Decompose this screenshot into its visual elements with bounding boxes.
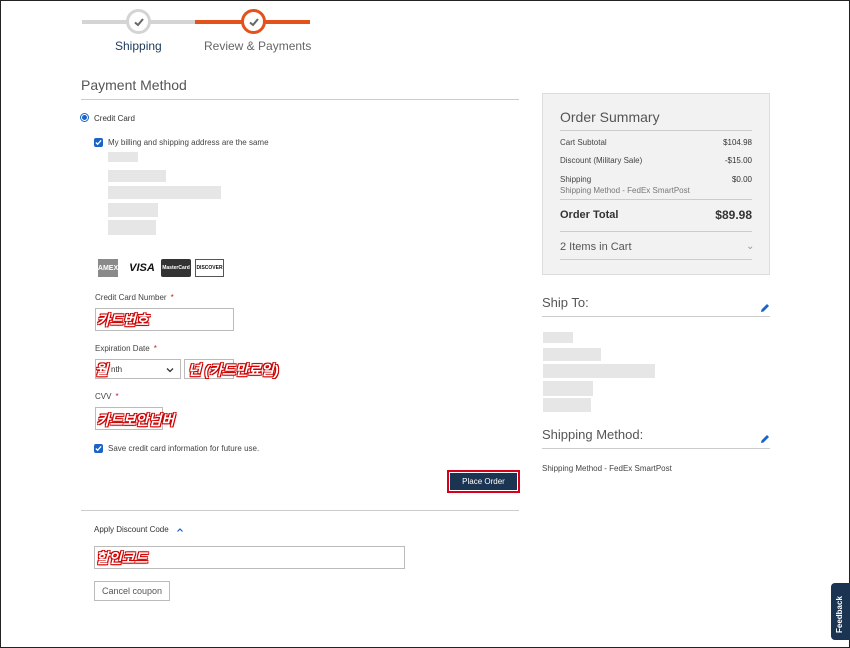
divider [560, 231, 752, 232]
items-in-cart-toggle[interactable]: 2 Items in Cart [560, 241, 632, 253]
blurred-address-line [543, 364, 655, 378]
blurred-address-line [108, 170, 166, 182]
blurred-address-line [108, 152, 138, 162]
divider [542, 448, 770, 449]
step-label-review: Review & Payments [204, 39, 312, 53]
cart-subtotal-label: Cart Subtotal [560, 138, 607, 147]
shipping-method-title: Shipping Method: [542, 427, 644, 442]
blurred-address-line [108, 203, 158, 217]
blurred-address-line [543, 332, 573, 343]
month-placeholder: nth [111, 364, 123, 374]
divider [560, 130, 752, 131]
divider [560, 259, 752, 260]
save-card-checkbox[interactable] [94, 444, 103, 453]
chevron-up-icon [176, 527, 183, 532]
discount-code-annotation: 할인코드 [96, 550, 148, 566]
cart-subtotal-value: $104.98 [723, 138, 752, 147]
blurred-address-line [108, 186, 221, 199]
card-number-annotation: 카드번호 [97, 312, 149, 328]
chevron-down-icon[interactable]: ⌄ [746, 241, 754, 252]
edit-pencil-icon[interactable] [760, 303, 770, 313]
same-address-label[interactable]: My billing and shipping address are the … [108, 138, 269, 147]
visa-logo-icon: VISA [129, 262, 155, 274]
order-total-value: $89.98 [715, 208, 752, 222]
cancel-coupon-button[interactable]: Cancel coupon [94, 581, 170, 601]
card-number-label: Credit Card Number * [95, 293, 174, 302]
place-order-button[interactable]: Place Order [450, 473, 517, 490]
ship-to-title: Ship To: [542, 295, 589, 310]
credit-card-radio[interactable] [80, 113, 89, 122]
discount-value: -$15.00 [724, 156, 752, 165]
credit-card-label[interactable]: Credit Card [94, 114, 135, 123]
month-annotation: 월 [95, 362, 108, 378]
order-total-label: Order Total [560, 209, 619, 221]
shipping-sub-label: Shipping Method - FedEx SmartPost [560, 186, 690, 195]
shipping-label: Shipping [560, 175, 592, 184]
step-label-shipping[interactable]: Shipping [115, 39, 162, 53]
step-shipping-check-icon[interactable] [126, 9, 151, 34]
divider [81, 510, 519, 511]
shipping-method-value: Shipping Method - FedEx SmartPost [542, 464, 672, 473]
feedback-tab[interactable]: Feedback [831, 583, 850, 640]
chevron-down-icon [166, 368, 174, 373]
discover-logo-icon: DISCOVER [195, 259, 224, 277]
blurred-address-line [108, 220, 156, 235]
expiration-label: Expiration Date * [95, 344, 157, 353]
apply-discount-label: Apply Discount Code [94, 525, 169, 534]
step-review-check-icon [241, 9, 266, 34]
feedback-label: Feedback [835, 596, 844, 633]
year-annotation: 년 (카드만료일) [188, 362, 279, 378]
divider [560, 199, 752, 200]
same-address-checkbox[interactable] [94, 138, 103, 147]
apply-discount-toggle[interactable]: Apply Discount Code [94, 525, 183, 534]
save-card-label[interactable]: Save credit card information for future … [108, 444, 259, 453]
edit-pencil-icon[interactable] [760, 434, 770, 444]
mastercard-logo-icon: MasterCard [161, 259, 191, 277]
blurred-address-line [543, 348, 601, 361]
payment-method-title: Payment Method [81, 77, 187, 93]
blurred-address-line [543, 398, 591, 412]
divider [81, 99, 519, 100]
divider [542, 316, 770, 317]
cvv-annotation: 카드보안넘버 [97, 412, 175, 428]
amex-logo-icon: AMEX [98, 259, 118, 277]
shipping-value: $0.00 [731, 175, 752, 184]
cvv-label: CVV * [95, 392, 119, 401]
discount-label: Discount (Military Sale) [560, 156, 643, 165]
blurred-address-line [543, 381, 593, 396]
order-summary-title: Order Summary [560, 109, 660, 125]
